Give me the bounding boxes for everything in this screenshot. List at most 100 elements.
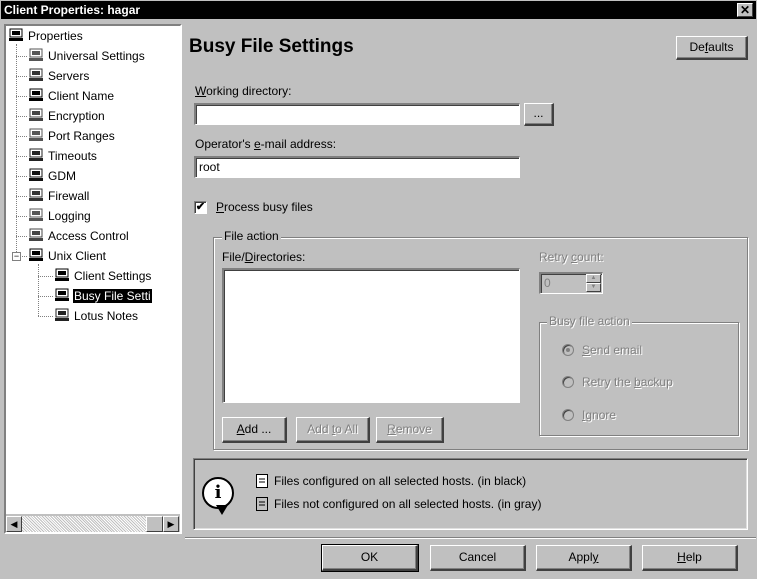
retry-count-spinner[interactable]: ▲ ▼ xyxy=(586,274,601,292)
tree-item-encryption[interactable]: Encryption xyxy=(28,106,106,126)
tree-line xyxy=(16,156,27,157)
footer-divider xyxy=(185,537,756,539)
tree-item-firewall[interactable]: Firewall xyxy=(28,186,90,206)
page-title: Busy File Settings xyxy=(189,36,354,57)
filedir-label-pre: File/ xyxy=(222,250,245,264)
tree-horizontal-scrollbar[interactable]: ◀ ▶ xyxy=(6,514,180,532)
email-accel: e xyxy=(253,137,261,151)
browse-button[interactable]: ... xyxy=(524,103,554,126)
computer-icon xyxy=(28,248,44,262)
cancel-button[interactable]: Cancel xyxy=(430,545,526,571)
radio-retry-backup[interactable]: Retry the backup xyxy=(562,375,673,389)
radio-retry-backup-dot[interactable] xyxy=(562,376,574,388)
tree-item-universal-settings[interactable]: Universal Settings xyxy=(28,46,146,66)
filedir-label-post: irectories: xyxy=(253,250,306,264)
tree-line xyxy=(16,196,27,197)
process-busy-label-rest: rocess busy files xyxy=(224,200,313,214)
tree-item-port-ranges[interactable]: Port Ranges xyxy=(28,126,116,146)
tree-item-label: Logging xyxy=(48,209,91,223)
tree-line xyxy=(16,96,27,97)
tree-item-unix-client[interactable]: Unix Client xyxy=(28,246,107,266)
tree-item-label: Client Name xyxy=(48,89,115,103)
tree-item-busy-file-setti[interactable]: Busy File Setti xyxy=(54,286,152,306)
access-control-icon xyxy=(28,228,44,242)
tree-item-client-name[interactable]: Client Name xyxy=(28,86,115,106)
radio-ignore[interactable]: Ignore xyxy=(562,408,616,422)
tree-line xyxy=(16,76,27,77)
tree-item-label: Universal Settings xyxy=(48,49,145,63)
process-busy-files-label[interactable]: Process busy files xyxy=(216,200,313,214)
defaults-label-pre: De xyxy=(689,40,705,54)
title-bar: Client Properties: hagar ✕ xyxy=(1,1,756,19)
add-accel: A xyxy=(236,422,245,436)
tree-item-label: Properties xyxy=(28,29,83,43)
tree-item-label: Lotus Notes xyxy=(74,309,139,323)
remove-button[interactable]: Remove xyxy=(376,417,444,443)
help-accel: H xyxy=(677,550,686,564)
add-label-post: dd ... xyxy=(244,422,272,436)
tree-line xyxy=(16,236,27,237)
tree-item-access-control[interactable]: Access Control xyxy=(28,226,130,246)
computer-icon xyxy=(8,28,24,42)
legend-line2-text: Files not configured on all selected hos… xyxy=(274,497,542,511)
apply-button[interactable]: Apply xyxy=(536,545,632,571)
tree-item-gdm[interactable]: GDM xyxy=(28,166,77,186)
spin-down-icon[interactable]: ▼ xyxy=(586,283,601,292)
tree-item-servers[interactable]: Servers xyxy=(28,66,90,86)
scroll-thumb[interactable] xyxy=(146,516,163,532)
info-icon-tail xyxy=(216,505,228,515)
close-button[interactable]: ✕ xyxy=(737,3,753,17)
scroll-right-button[interactable]: ▶ xyxy=(163,516,179,532)
tree-item-label: Timeouts xyxy=(48,149,97,163)
process-busy-files-checkbox[interactable]: ✔ xyxy=(194,201,207,214)
process-busy-accel: P xyxy=(216,200,225,214)
radio-send-email-dot[interactable] xyxy=(562,344,574,356)
add-button[interactable]: Add ... xyxy=(222,417,287,443)
scroll-track[interactable] xyxy=(22,516,146,532)
apply-accel: y xyxy=(592,550,599,564)
help-button[interactable]: Help xyxy=(642,545,738,571)
email-label-post: -mail address: xyxy=(260,137,337,151)
hourglass-file-icon xyxy=(54,288,70,302)
add-to-all-button[interactable]: Add to All xyxy=(296,417,370,443)
tree-item-label: Client Settings xyxy=(74,269,152,283)
scroll-left-button[interactable]: ◀ xyxy=(6,516,22,532)
remove-accel: R xyxy=(387,422,396,436)
tree-item-lotus-notes[interactable]: Lotus Notes xyxy=(54,306,139,326)
retry-backup-accel: b xyxy=(634,375,641,389)
tree-item-label: Port Ranges xyxy=(48,129,115,143)
tree-item-label: Unix Client xyxy=(48,249,107,263)
file-directories-label: File/Directories: xyxy=(222,250,305,264)
computer-icon xyxy=(54,268,70,282)
help-post: elp xyxy=(685,550,702,564)
server-icon xyxy=(28,68,44,82)
tree-item-timeouts[interactable]: Timeouts xyxy=(28,146,98,166)
legend-info-box: i Files configured on all selected hosts… xyxy=(193,458,748,530)
client-properties-window: Client Properties: hagar ✕ Properties Uni… xyxy=(0,0,757,579)
ok-button[interactable]: OK xyxy=(321,544,419,572)
defaults-label-post: aults xyxy=(708,40,734,54)
lock-icon xyxy=(28,108,44,122)
working-dir-label-rest: orking directory: xyxy=(206,84,292,98)
email-field[interactable]: root xyxy=(194,156,520,178)
tree-item-properties[interactable]: Properties xyxy=(8,26,84,46)
retry-count-label: Retry count: xyxy=(539,250,604,264)
tree-item-client-settings[interactable]: Client Settings xyxy=(54,266,152,286)
radio-send-email[interactable]: Send email xyxy=(562,343,642,357)
document-gray-icon xyxy=(256,497,268,511)
gdm-icon xyxy=(28,168,44,182)
tree-line xyxy=(38,276,53,277)
collapse-icon[interactable]: − xyxy=(12,252,21,261)
tree-item-logging[interactable]: Logging xyxy=(28,206,92,226)
spin-up-icon[interactable]: ▲ xyxy=(586,274,601,283)
tree-line xyxy=(16,56,27,57)
working-directory-input[interactable] xyxy=(194,103,520,125)
legend-line1-text: Files configured on all selected hosts. … xyxy=(274,474,527,488)
properties-tree[interactable]: Properties Universal Settings Servers Clien… xyxy=(4,24,182,534)
defaults-button[interactable]: Defaults xyxy=(676,36,748,60)
file-directories-list[interactable] xyxy=(222,268,520,403)
radio-ignore-dot[interactable] xyxy=(562,409,574,421)
port-icon xyxy=(28,128,44,142)
file-action-title: File action xyxy=(222,229,281,243)
tree-item-label: Encryption xyxy=(48,109,105,123)
